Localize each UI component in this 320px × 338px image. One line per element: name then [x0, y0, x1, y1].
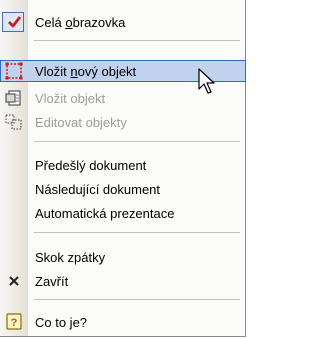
menu-item-label: Předešlý dokument	[35, 158, 147, 173]
menu-item-auto-presentation[interactable]: Automatická prezentace	[0, 202, 246, 224]
menu-item-label: Editovat objekty	[35, 115, 127, 130]
menu-item-label: Vložit objekt	[35, 91, 106, 106]
menu-item-next-document[interactable]: Následující dokument	[0, 178, 246, 200]
insert-object-icon	[5, 90, 21, 106]
menu-item-whats-this[interactable]: ? Co to je?	[0, 311, 246, 333]
mouse-cursor-icon	[198, 68, 215, 94]
menu-item-label: Skok zpátky	[35, 250, 106, 265]
menu-item-edit-objects[interactable]: Editovat objekty	[0, 111, 246, 133]
context-menu: Celá obrazovka Vložit nový objekt Vložit…	[0, 0, 246, 337]
menu-item-label: Vložit nový objekt	[35, 64, 137, 79]
edit-objects-icon	[5, 114, 22, 130]
menu-separator	[34, 232, 240, 233]
menu-separator	[34, 141, 240, 142]
menu-item-label: Zavřít	[35, 274, 69, 289]
menu-item-full-screen[interactable]: Celá obrazovka	[0, 11, 246, 33]
menu-item-jump-back[interactable]: Skok zpátky	[0, 246, 246, 268]
menu-item-previous-document[interactable]: Předešlý dokument	[0, 154, 246, 176]
svg-text:?: ?	[11, 317, 18, 329]
close-icon	[9, 276, 19, 286]
menu-separator	[34, 40, 240, 41]
menu-item-label: Automatická prezentace	[35, 206, 175, 221]
menu-item-close[interactable]: Zavřít	[0, 270, 246, 292]
menu-item-label: Celá obrazovka	[35, 15, 126, 30]
help-icon: ?	[6, 313, 22, 330]
menu-item-label: Následující dokument	[35, 182, 161, 197]
checkmark-icon	[8, 16, 22, 28]
new-object-icon	[5, 62, 23, 80]
menu-separator	[34, 299, 240, 300]
menu-item-label: Co to je?	[35, 315, 88, 330]
